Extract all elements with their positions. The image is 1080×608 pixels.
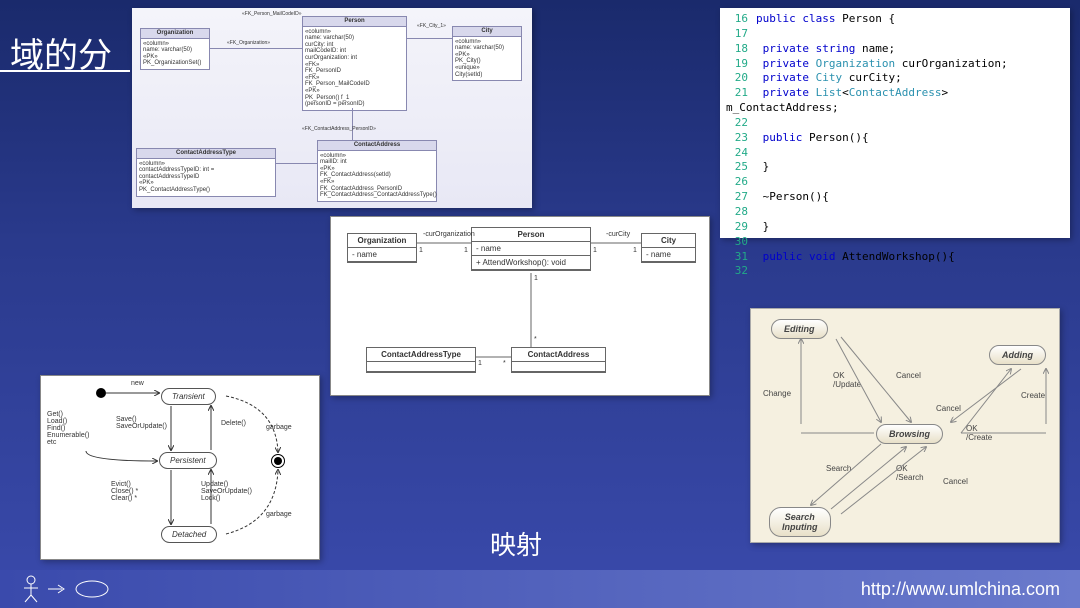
- label-garbage: garbage: [266, 424, 292, 431]
- uml-mult: 1: [534, 275, 538, 282]
- uml-city: City - name: [641, 233, 696, 263]
- uml-cat-hdr: ContactAddressType: [367, 348, 475, 362]
- label-evict: Evict() Close() * Clear() *: [111, 481, 138, 502]
- state-transient: Transient: [161, 388, 216, 405]
- er-cat-header: ContactAddressType: [137, 149, 275, 159]
- uml-ca-hdr: ContactAddress: [512, 348, 605, 362]
- uml-mult: *: [534, 336, 537, 343]
- er-rel-label: «FK_ContactAddress_PersonID»: [302, 126, 376, 132]
- state-search-inputing: Search Inputing: [769, 507, 831, 537]
- label-update: Update() SaveOrUpdate() Lock(): [201, 481, 252, 502]
- label-search: Search: [826, 464, 851, 473]
- er-diagram-panel: Organization «column» name: varchar(50) …: [132, 8, 532, 208]
- label-ok-create: OK /Create: [966, 424, 992, 442]
- label-ok-update: OK /Update: [833, 371, 861, 389]
- slide-footer: http://www.umlchina.com: [0, 570, 1080, 608]
- uml-mult: *: [503, 360, 506, 367]
- er-org-body: «column» name: varchar(50) «PK» PK_Organ…: [141, 39, 209, 69]
- er-organization: Organization «column» name: varchar(50) …: [140, 28, 210, 70]
- uml-mult: 1: [464, 247, 468, 254]
- er-cat: ContactAddressType «column» contactAddre…: [136, 148, 276, 197]
- er-ca: ContactAddress «column» mailID: int «PK»…: [317, 140, 437, 202]
- uml-person-attr: - name: [472, 242, 590, 256]
- uml-mult: 1: [593, 247, 597, 254]
- uml-organization: Organization - name: [347, 233, 417, 263]
- uml-mult: 1: [633, 247, 637, 254]
- state-browsing: Browsing: [876, 424, 943, 444]
- uml-person-op: + AttendWorkshop(): void: [472, 256, 590, 270]
- er-conn: [352, 108, 353, 140]
- footer-logo-icon: [20, 575, 110, 603]
- er-org-header: Organization: [141, 29, 209, 39]
- uml-ca: ContactAddress: [511, 347, 606, 373]
- uml-mult: 1: [478, 360, 482, 367]
- uml-city-hdr: City: [642, 234, 695, 248]
- label-save: Save() SaveOrUpdate(): [116, 416, 167, 430]
- uml-city-attr: - name: [642, 248, 695, 262]
- code-panel: 16public class Person {1718 private stri…: [720, 8, 1070, 238]
- state-editing: Editing: [771, 319, 828, 339]
- state-diagram-left: Transient Persistent Detached new Get() …: [40, 375, 320, 560]
- initial-state-dot: [96, 388, 106, 398]
- uml-class-panel: Organization - name Person - name + Atte…: [330, 216, 710, 396]
- label-get: Get() Load() Find() Enumerable() etc: [47, 411, 89, 446]
- uml-ca-empty: [512, 362, 605, 372]
- footer-url: http://www.umlchina.com: [861, 579, 1060, 600]
- uml-rel-org: -curOrganization: [423, 231, 475, 238]
- label-cancel: Cancel: [896, 371, 921, 380]
- uml-org-attr: - name: [348, 248, 416, 262]
- title-underline: [0, 70, 130, 72]
- label-create: Create: [1021, 391, 1045, 400]
- label-change: Change: [763, 389, 791, 398]
- er-cat-body: «column» contactAddressTypeID: int = con…: [137, 159, 275, 196]
- er-city-header: City: [453, 27, 521, 37]
- state-detached: Detached: [161, 526, 217, 543]
- label-cancel: Cancel: [943, 477, 968, 486]
- label-delete: Delete(): [221, 420, 246, 427]
- er-ca-body: «column» mailID: int «PK» FK_ContactAddr…: [318, 151, 436, 201]
- label-cancel: Cancel: [936, 404, 961, 413]
- er-city-body: «column» name: varchar(50) «PK» PK_City(…: [453, 37, 521, 81]
- label-ok-search: OK /Search: [896, 464, 924, 482]
- label-new: new: [131, 380, 144, 387]
- slide-title-center: 映射: [490, 525, 542, 562]
- er-conn: [210, 48, 302, 49]
- er-ca-header: ContactAddress: [318, 141, 436, 151]
- uml-org-hdr: Organization: [348, 234, 416, 248]
- er-city: City «column» name: varchar(50) «PK» PK_…: [452, 26, 522, 81]
- uml-person-hdr: Person: [472, 228, 590, 242]
- state-diagram-right: Editing Adding Browsing Search Inputing …: [750, 308, 1060, 543]
- label-garbage: garbage: [266, 511, 292, 518]
- uml-rel-city: -curCity: [606, 231, 630, 238]
- er-conn: [407, 38, 452, 39]
- er-person: Person «column» name: varchar(50) curCit…: [302, 16, 407, 111]
- er-person-header: Person: [303, 17, 406, 27]
- uml-cat-empty: [367, 362, 475, 372]
- uml-person: Person - name + AttendWorkshop(): void: [471, 227, 591, 271]
- er-conn: [276, 163, 317, 164]
- final-state-ring: [271, 454, 285, 468]
- state-adding: Adding: [989, 345, 1046, 365]
- er-rel-label: «FK_City_1»: [417, 23, 446, 29]
- er-rel-label: «FK_Person_MailCodeID»: [242, 11, 301, 17]
- state-persistent: Persistent: [159, 452, 217, 469]
- uml-cat: ContactAddressType: [366, 347, 476, 373]
- er-person-body: «column» name: varchar(50) curCity: int …: [303, 27, 406, 110]
- uml-mult: 1: [419, 247, 423, 254]
- er-rel-label: «FK_Organization»: [227, 40, 270, 46]
